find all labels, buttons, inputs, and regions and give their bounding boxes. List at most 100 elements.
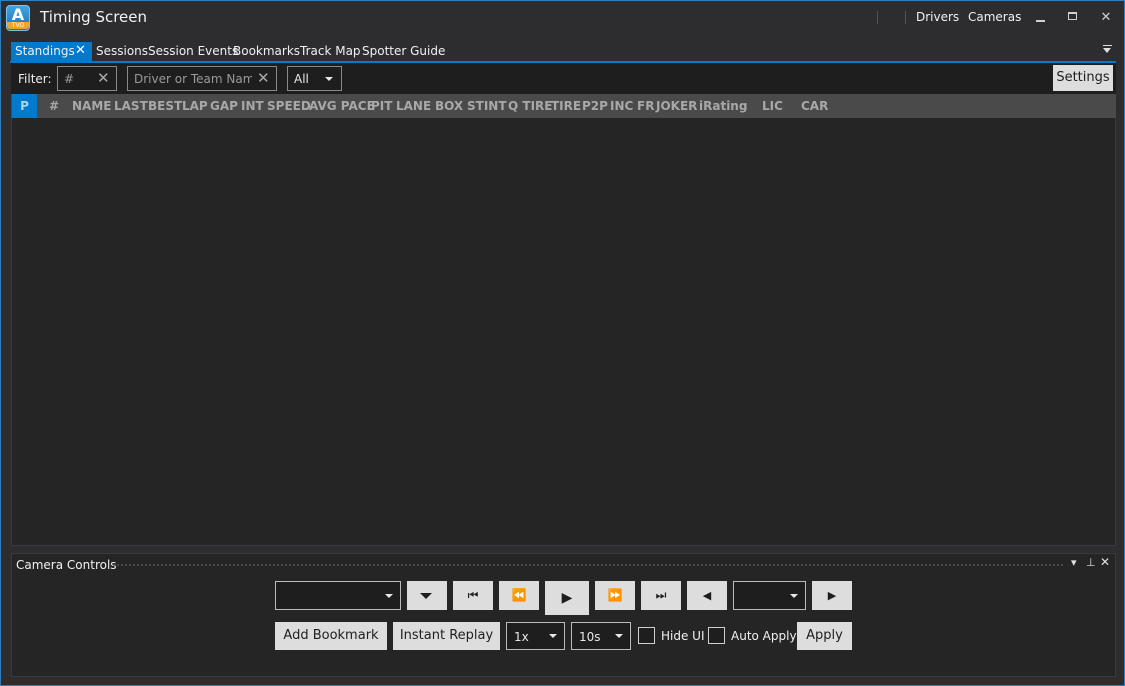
next-camera-icon: ▶	[827, 589, 837, 602]
apply-button[interactable]: Apply	[797, 622, 852, 650]
column-last[interactable]: LAST	[114, 99, 148, 113]
close-icon: ✕	[1100, 10, 1112, 25]
playback-speed-value: 1x	[514, 630, 529, 644]
name-filter: ✕	[127, 66, 277, 91]
column-gap[interactable]: GAP	[210, 99, 238, 113]
title-separator	[877, 11, 878, 24]
cameras-link[interactable]: Cameras	[968, 10, 1021, 24]
dropdown-arrow-icon	[385, 594, 393, 598]
tab-sessions[interactable]: Sessions	[96, 42, 148, 61]
close-window-button[interactable]: ✕	[1095, 7, 1117, 27]
class-filter-value: All	[294, 72, 309, 86]
column-position[interactable]: P	[12, 94, 37, 118]
logo-subtext: TVO	[7, 22, 29, 29]
skip-to-start-button[interactable]: ⏮	[453, 581, 493, 610]
pin-icon[interactable]: ⊥	[1086, 556, 1096, 569]
settings-button[interactable]: Settings	[1053, 65, 1113, 91]
column-int[interactable]: INT	[241, 99, 264, 113]
rewind-button[interactable]: ⏪	[499, 581, 539, 610]
number-filter: ✕	[57, 66, 117, 91]
play-button[interactable]: ▶	[545, 581, 589, 615]
maximize-button[interactable]	[1062, 7, 1084, 27]
column-box[interactable]: BOX	[435, 99, 463, 113]
minimize-button[interactable]	[1030, 7, 1052, 27]
skip-to-start-icon: ⏮	[467, 588, 479, 602]
clear-name-icon[interactable]: ✕	[257, 69, 270, 87]
standings-header: P # NAME LAST BEST LAP GAP INT SPEED AVG…	[11, 94, 1116, 118]
next-camera-button[interactable]: ▶	[812, 581, 852, 610]
tab-close-icon[interactable]: ✕	[75, 43, 86, 58]
column-best[interactable]: BEST	[148, 99, 182, 113]
window-title: Timing Screen	[40, 8, 148, 26]
title-separator	[905, 11, 906, 24]
skip-to-end-icon: ⏭	[655, 588, 667, 602]
auto-apply-label: Auto Apply	[731, 629, 797, 643]
tab-label: Bookmarks	[233, 44, 301, 58]
maximize-icon	[1068, 12, 1077, 20]
tab-label: Track Map	[300, 44, 361, 58]
tab-track-map[interactable]: Track Map	[300, 42, 361, 61]
hide-ui-checkbox[interactable]	[638, 627, 655, 644]
filter-label: Filter:	[18, 72, 52, 86]
dropdown-button[interactable]	[407, 581, 447, 610]
clear-number-icon[interactable]: ✕	[97, 69, 110, 87]
app-logo: A TVO	[6, 5, 30, 31]
column-inc[interactable]: INC	[610, 99, 633, 113]
filter-bar: Filter: ✕ ✕ All Settings	[11, 63, 1116, 94]
previous-camera-icon: ◀	[702, 589, 712, 602]
previous-camera-button[interactable]: ◀	[687, 581, 727, 610]
instant-replay-button[interactable]: Instant Replay	[393, 622, 500, 650]
column-irating[interactable]: iRating	[699, 99, 747, 113]
tab-bookmarks[interactable]: Bookmarks	[233, 42, 300, 61]
column-car[interactable]: CAR	[801, 99, 828, 113]
column-pit[interactable]: PIT	[371, 99, 392, 113]
fast-forward-button[interactable]: ⏩	[595, 581, 635, 610]
dropdown-arrow-icon	[325, 77, 333, 81]
column-q-tire[interactable]: Q TIRE	[508, 99, 552, 113]
column-fr[interactable]: FR	[637, 99, 654, 113]
column-joker[interactable]: JOKER	[656, 99, 697, 113]
column-lap[interactable]: LAP	[182, 99, 208, 113]
panel-menu-icon[interactable]: ▾	[1071, 556, 1077, 569]
fast-forward-icon: ⏩	[607, 588, 623, 602]
driver-select[interactable]	[275, 581, 401, 610]
number-filter-input[interactable]	[64, 70, 94, 88]
tab-label: Session Events	[148, 44, 239, 58]
timing-screen-window: A TVO Timing Screen Drivers Cameras ✕ St…	[0, 0, 1125, 686]
dropdown-arrow-icon	[615, 634, 623, 638]
camera-controls-title: Camera Controls	[16, 558, 117, 572]
camera-select[interactable]	[733, 581, 806, 610]
column-name[interactable]: NAME	[72, 99, 111, 113]
title-bar: A TVO Timing Screen Drivers Cameras ✕	[1, 1, 1124, 35]
play-icon: ▶	[561, 590, 573, 606]
column-lane[interactable]: LANE	[396, 99, 431, 113]
playback-speed-select[interactable]: 1x	[506, 622, 565, 650]
add-bookmark-button[interactable]: Add Bookmark	[275, 622, 387, 650]
column-p2p[interactable]: P2P	[582, 99, 608, 113]
column-tire[interactable]: TIRE	[551, 99, 581, 113]
column-stint[interactable]: STINT	[467, 99, 507, 113]
tab-spotter-guide[interactable]: Spotter Guide	[362, 42, 445, 61]
standings-list	[11, 118, 1116, 546]
tab-list-dropdown-icon[interactable]	[1103, 45, 1113, 55]
panel-drag-grip[interactable]	[112, 563, 1064, 567]
class-filter-select[interactable]: All	[287, 66, 342, 91]
column-avg-pace[interactable]: AVG PACE	[309, 99, 375, 113]
close-panel-icon[interactable]: ✕	[1100, 555, 1110, 569]
tab-session-events[interactable]: Session Events	[148, 42, 238, 61]
jump-interval-value: 10s	[579, 630, 601, 644]
dropdown-arrow-icon	[790, 594, 798, 598]
column-speed[interactable]: SPEED	[267, 99, 311, 113]
skip-to-end-button[interactable]: ⏭	[641, 581, 681, 610]
name-filter-input[interactable]	[134, 70, 252, 88]
minimize-icon	[1036, 20, 1045, 22]
rewind-icon: ⏪	[511, 588, 527, 602]
column-lic[interactable]: LIC	[762, 99, 783, 113]
drivers-link[interactable]: Drivers	[916, 10, 959, 24]
camera-controls-panel: Camera Controls ▾ ⊥ ✕ ⏮ ⏪ ▶ ⏩ ⏭ ◀ ▶ Add …	[11, 553, 1116, 677]
column-number[interactable]: #	[49, 99, 59, 113]
hide-ui-label: Hide UI	[661, 629, 705, 643]
jump-interval-select[interactable]: 10s	[571, 622, 631, 650]
tab-label: Standings	[15, 44, 75, 58]
auto-apply-checkbox[interactable]	[708, 627, 725, 644]
